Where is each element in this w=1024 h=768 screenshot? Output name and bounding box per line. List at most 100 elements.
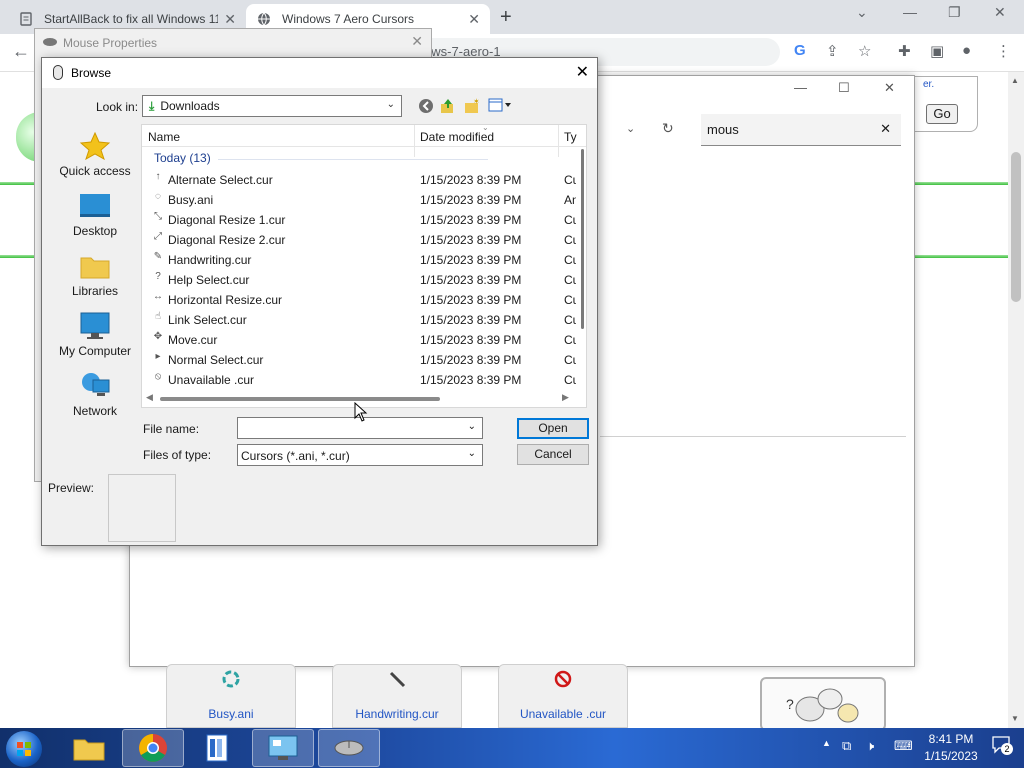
- place-label: Quick access: [59, 164, 131, 178]
- place-desktop[interactable]: Desktop: [47, 192, 143, 238]
- chevron-down-icon[interactable]: ⌄: [468, 421, 476, 432]
- scroll-up-icon[interactable]: ▲: [1011, 76, 1019, 85]
- page-link-fragment[interactable]: er.: [923, 79, 934, 90]
- go-button[interactable]: Go: [926, 104, 958, 124]
- new-tab-button[interactable]: +: [500, 6, 512, 29]
- close-icon[interactable]: ✕: [468, 11, 480, 28]
- close-icon[interactable]: ✕: [224, 11, 236, 28]
- open-button[interactable]: Open: [517, 418, 589, 439]
- share-icon[interactable]: ⇪: [826, 42, 839, 60]
- settings-search-input[interactable]: mous ✕: [701, 114, 901, 146]
- place-quick-access[interactable]: Quick access: [47, 131, 143, 178]
- taskbar-app-control-panel[interactable]: [252, 729, 314, 767]
- view-menu-icon[interactable]: [488, 98, 512, 115]
- close-icon[interactable]: ✕: [411, 33, 423, 50]
- menu-icon[interactable]: ⋮: [996, 42, 1011, 60]
- taskbar-app-library[interactable]: [186, 729, 248, 767]
- chevron-up-icon[interactable]: ▲: [822, 738, 831, 748]
- column-name[interactable]: Name: [148, 130, 180, 144]
- scroll-left-icon[interactable]: ◀: [146, 392, 153, 403]
- file-name-label: File name:: [143, 422, 200, 436]
- cancel-button[interactable]: Cancel: [517, 444, 589, 465]
- file-date: 1/15/2023 8:39 PM: [420, 193, 522, 207]
- file-date: 1/15/2023 8:39 PM: [420, 333, 522, 347]
- column-date-modified[interactable]: Date modified: [420, 130, 494, 144]
- cursor-tile-label[interactable]: Busy.ani: [167, 707, 295, 721]
- file-row[interactable]: ? Help Select.cur 1/15/2023 8:39 PM Cu: [142, 269, 576, 289]
- new-folder-icon[interactable]: ✶: [464, 97, 480, 117]
- file-date: 1/15/2023 8:39 PM: [420, 233, 522, 247]
- up-folder-icon[interactable]: [440, 98, 456, 117]
- mouse-pointer-icon: [354, 402, 368, 422]
- place-my-computer[interactable]: My Computer: [47, 312, 143, 358]
- page-scrollbar[interactable]: ▲ ▼: [1008, 72, 1024, 728]
- back-arrow-icon[interactable]: ←: [12, 41, 30, 62]
- scrollbar-thumb[interactable]: [1011, 152, 1021, 302]
- cursor-tile-handwriting[interactable]: Handwriting.cur: [332, 664, 462, 728]
- file-list[interactable]: Name Date modified ⌄ Ty Today (13) ↑ Alte…: [141, 124, 587, 408]
- google-icon[interactable]: G: [794, 42, 806, 59]
- start-button[interactable]: [6, 731, 42, 767]
- file-row[interactable]: ✎ Handwriting.cur 1/15/2023 8:39 PM Cu: [142, 249, 576, 269]
- restore-icon[interactable]: ❐: [948, 4, 961, 21]
- taskbar-app-mouse[interactable]: [318, 729, 380, 767]
- column-separator[interactable]: [414, 125, 415, 157]
- cursor-tile-unavailable[interactable]: Unavailable .cur: [498, 664, 628, 728]
- file-row[interactable]: ▸ Normal Select.cur 1/15/2023 8:39 PM Cu: [142, 349, 576, 369]
- taskbar-clock[interactable]: 8:41 PM 1/15/2023: [916, 731, 986, 765]
- place-label: Network: [72, 404, 117, 418]
- minimize-icon[interactable]: —: [903, 4, 917, 20]
- chevron-down-icon[interactable]: ⌄: [626, 122, 635, 135]
- keyboard-icon[interactable]: ⌨: [894, 738, 913, 754]
- back-icon[interactable]: [418, 98, 434, 117]
- cursor-tile-busy[interactable]: Busy.ani: [166, 664, 296, 728]
- column-separator[interactable]: [558, 125, 559, 157]
- file-list-vscrollbar[interactable]: [578, 149, 586, 389]
- profile-icon[interactable]: ●: [962, 42, 971, 59]
- sheep-illustration: ?: [760, 677, 886, 731]
- scroll-down-icon[interactable]: ▼: [1011, 714, 1019, 723]
- place-network[interactable]: Network: [47, 372, 143, 418]
- file-name: Diagonal Resize 2.cur: [168, 233, 286, 247]
- chrome-icon: [139, 734, 167, 762]
- file-row[interactable]: ⦸ Unavailable .cur 1/15/2023 8:39 PM Cu: [142, 369, 576, 389]
- taskbar-app-file-explorer[interactable]: [58, 729, 120, 767]
- cursor-tile-label[interactable]: Handwriting.cur: [333, 707, 461, 721]
- file-row[interactable]: ↔ Horizontal Resize.cur 1/15/2023 8:39 PM C…: [142, 289, 576, 309]
- clear-icon[interactable]: ✕: [880, 121, 891, 137]
- place-libraries[interactable]: Libraries: [47, 252, 143, 298]
- star-icon: [79, 131, 111, 161]
- file-row[interactable]: ✥ Move.cur 1/15/2023 8:39 PM Cu: [142, 329, 576, 349]
- look-in-dropdown[interactable]: ⤓ Downloads ⌄: [142, 95, 402, 117]
- file-row[interactable]: ◌ Busy.ani 1/15/2023 8:39 PM An: [142, 189, 576, 209]
- taskbar-app-chrome[interactable]: [122, 729, 184, 767]
- volume-icon[interactable]: 🕨: [866, 738, 874, 754]
- close-icon[interactable]: ✕: [884, 80, 895, 96]
- minimize-icon[interactable]: —: [794, 80, 807, 95]
- scroll-right-icon[interactable]: ▶: [562, 392, 569, 403]
- maximize-icon[interactable]: ☐: [838, 80, 850, 96]
- action-center-icon[interactable]: ⧉: [842, 738, 851, 754]
- close-window-icon[interactable]: ✕: [994, 4, 1006, 21]
- sidepanel-icon[interactable]: ▣: [930, 42, 944, 60]
- cursor-file-icon: ?: [155, 271, 161, 282]
- file-row[interactable]: ☝ Link Select.cur 1/15/2023 8:39 PM Cu: [142, 309, 576, 329]
- scrollbar-thumb[interactable]: [581, 149, 584, 329]
- file-row[interactable]: ⤡ Diagonal Resize 1.cur 1/15/2023 8:39 PM C…: [142, 209, 576, 229]
- file-date: 1/15/2023 8:39 PM: [420, 293, 522, 307]
- chevron-down-icon[interactable]: ⌄: [856, 4, 868, 21]
- scrollbar-thumb[interactable]: [160, 397, 440, 401]
- cursor-file-icon: ⤢: [154, 231, 162, 242]
- refresh-icon[interactable]: ↻: [662, 120, 674, 137]
- places-bar: Quick access Desktop Libraries My Comput…: [47, 124, 143, 418]
- group-header[interactable]: Today (13): [154, 151, 211, 165]
- file-row[interactable]: ⤢ Diagonal Resize 2.cur 1/15/2023 8:39 PM C…: [142, 229, 576, 249]
- file-row[interactable]: ↑ Alternate Select.cur 1/15/2023 8:39 PM Cu: [142, 169, 577, 189]
- notifications-icon[interactable]: 2: [992, 736, 1013, 756]
- close-icon[interactable]: ✕: [576, 62, 589, 82]
- cursor-tile-label[interactable]: Unavailable .cur: [499, 707, 627, 721]
- files-of-type-dropdown[interactable]: Cursors (*.ani, *.cur) ⌄: [237, 444, 483, 466]
- column-type[interactable]: Ty: [564, 130, 577, 144]
- extensions-icon[interactable]: ✚: [898, 42, 911, 60]
- star-icon[interactable]: ☆: [858, 42, 871, 60]
